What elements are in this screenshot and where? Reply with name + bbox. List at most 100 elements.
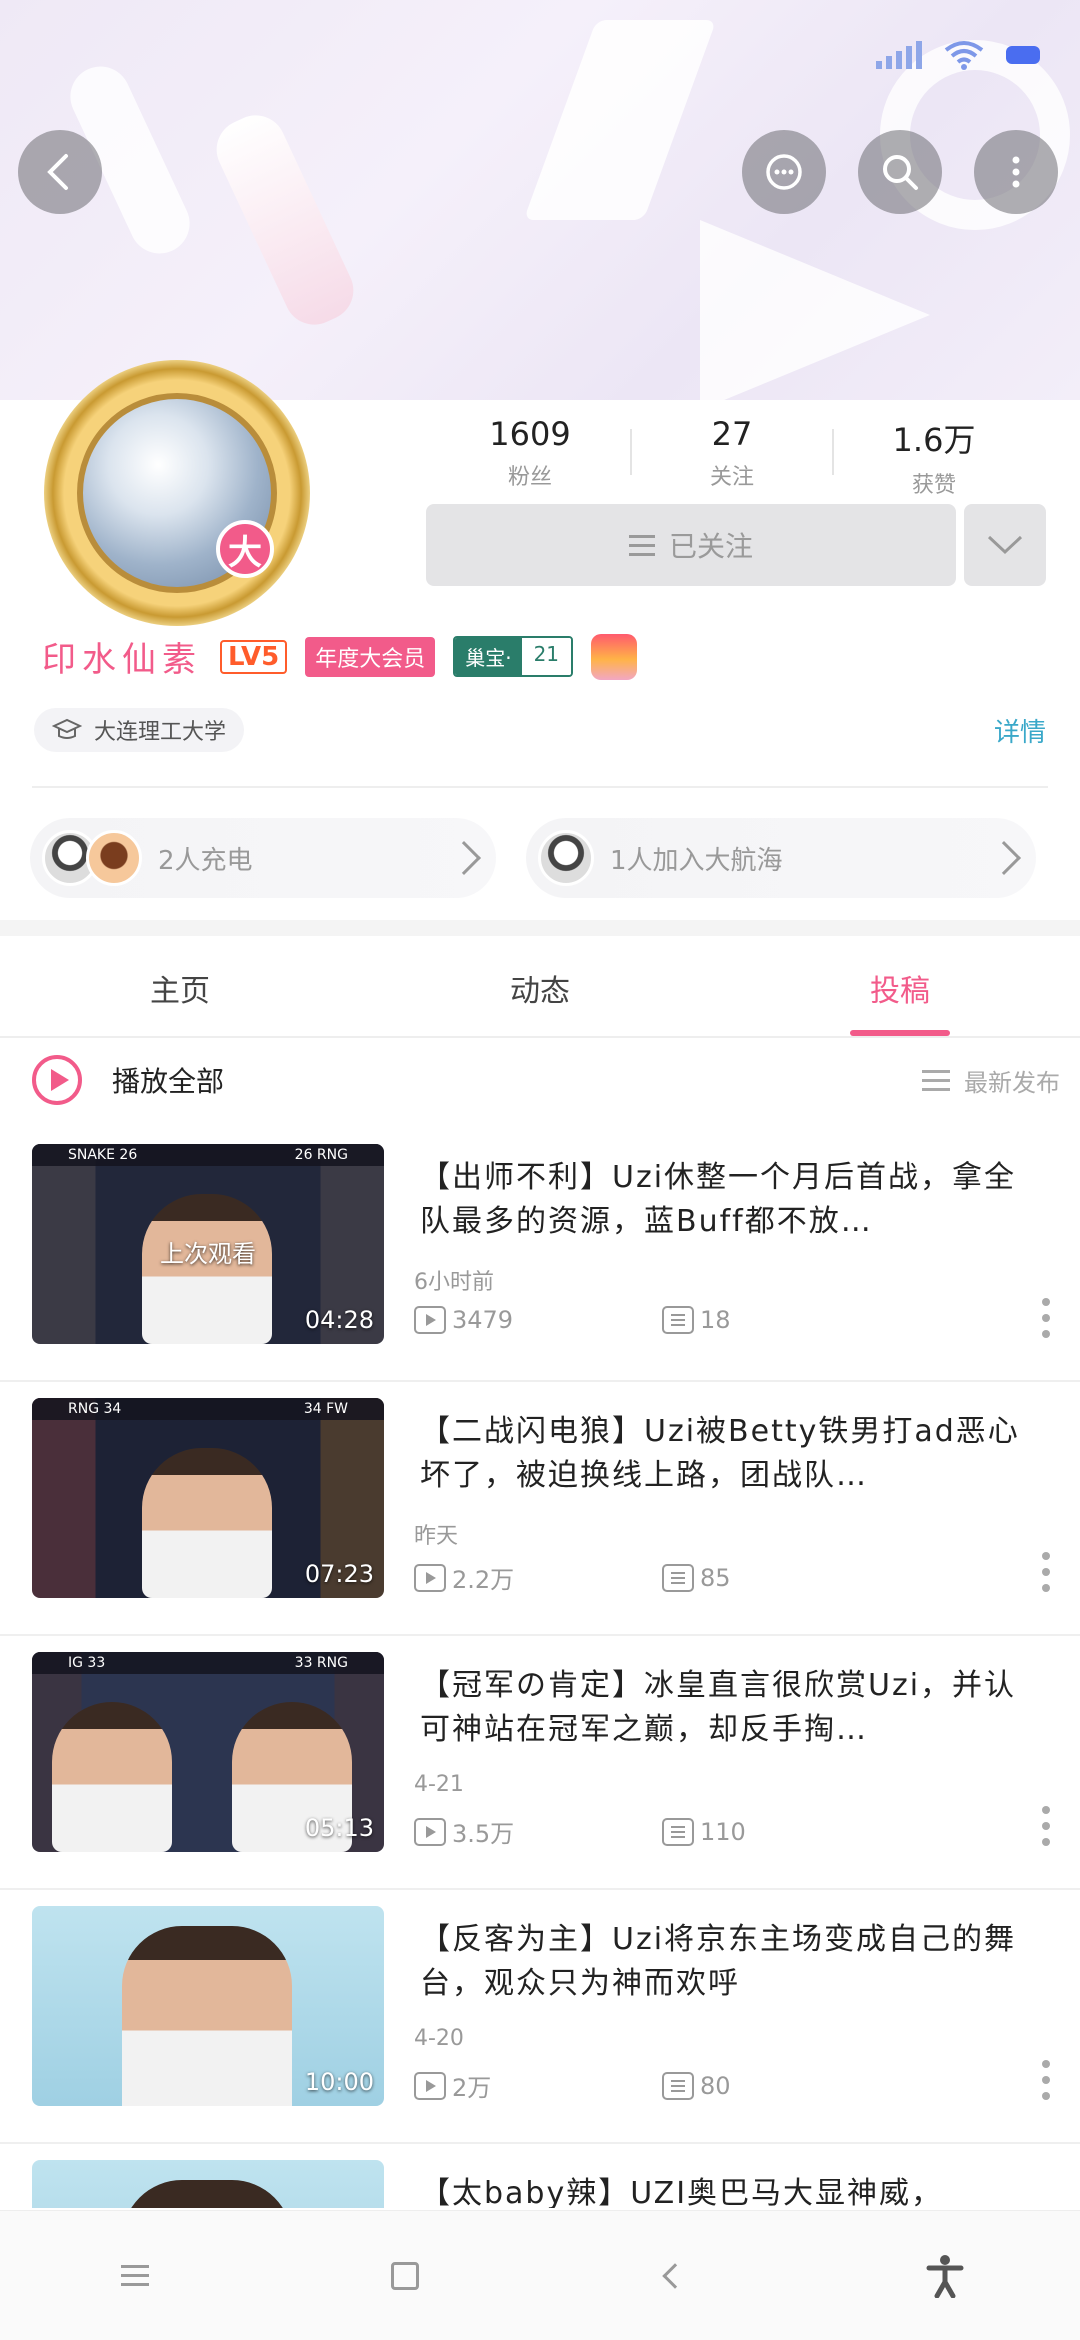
danmaku-icon [662,2071,694,2100]
divider [32,786,1048,788]
more-icon[interactable] [1042,1552,1050,1592]
profile-banner [0,0,1080,400]
video-duration: 04:28 [304,1306,374,1334]
banner-decor [206,105,364,335]
tab-dynamics[interactable]: 动态 [360,940,720,1036]
signal-icon [876,41,922,69]
stat-label: 关注 [709,465,754,490]
view-count: 2万 [452,2074,492,2102]
video-title[interactable]: 【二战闪电狼】Uzi被Betty铁男打ad恶心坏了，被迫换线上路，团战队… [420,1410,1040,1498]
graduation-cap-icon [52,718,82,739]
video-item[interactable]: RNG 34 34 FW 07:23 【二战闪电狼】Uzi被Betty铁男打ad恶… [0,1382,1080,1636]
video-title[interactable]: 【反客为主】Uzi将京东主场变成自己的舞台，观众只为神而欢呼 [420,1918,1040,2006]
medal-name: 巢宝· [455,638,522,675]
back-icon [662,2262,688,2289]
accessibility-icon [926,2254,964,2298]
stat-number: 27 [711,415,753,453]
menu-icon [121,2265,149,2286]
followed-button[interactable]: 已关注 [426,504,956,586]
video-thumbnail[interactable]: SNAKE 26 26 RNG 上次观看 04:28 [32,1144,384,1344]
video-meta: 3.5万 110 [414,1814,746,1849]
tab-uploads[interactable]: 投稿 [720,940,1080,1036]
video-item[interactable]: SNAKE 26 26 RNG 上次观看 04:28 【出师不利】Uzi休整一个月… [0,1128,1080,1382]
detail-link[interactable]: 详情 [994,712,1046,749]
recent-apps-button[interactable] [95,2236,175,2316]
play-count-icon [414,1306,446,1334]
more-button[interactable] [974,130,1058,214]
play-all-label: 播放全部 [112,1065,225,1098]
guard-avatars [538,830,594,886]
stat-likes[interactable]: 1.6万 获赞 [834,415,1034,499]
sort-label: 最新发布 [964,1068,1060,1097]
medal-level: 21 [521,638,572,675]
view-count: 2.2万 [452,1566,515,1594]
sort-icon [922,1069,950,1091]
guard-label: 1人加入大航海 [610,845,783,876]
wifi-icon [944,41,984,70]
scoreboard: IG 33 33 RNG [32,1652,384,1674]
stat-number: 1.6万 [892,421,976,459]
thumbnail-person [142,1194,272,1344]
stat-label: 获赞 [911,473,956,498]
list-toolbar: 播放全部 最新发布 [0,1040,1080,1120]
play-all-button[interactable]: 播放全部 [32,1055,224,1105]
search-button[interactable] [858,130,942,214]
accessibility-button[interactable] [905,2236,985,2316]
vip-badge[interactable]: 年度大会员 [305,636,436,677]
video-title[interactable]: 【太baby辣】UZI奥巴马大显神威， [420,2172,1040,2208]
avatar [538,830,594,886]
followed-label: 已关注 [668,530,753,563]
cake-icon[interactable] [591,633,638,680]
video-meta: 2万 80 [414,2068,731,2103]
home-button[interactable] [365,2236,445,2316]
video-thumbnail[interactable]: RNG 34 34 FW 07:23 [32,1398,384,1598]
school-tag[interactable]: 大连理工大学 [34,708,245,752]
tab-home[interactable]: 主页 [0,940,360,1036]
play-count-icon [414,1563,446,1592]
video-item[interactable]: 10:00 【反客为主】Uzi将京东主场变成自己的舞台，观众只为神而欢呼 4-2… [0,1890,1080,2144]
more-icon[interactable] [1042,2060,1050,2100]
video-date: 昨天 [414,1524,459,1549]
guard-card[interactable]: 1人加入大航海 [526,818,1036,898]
danmaku-icon [662,1817,694,1846]
charge-card[interactable]: 2人充电 [30,818,496,898]
danmaku-icon [662,1563,694,1592]
system-back-button[interactable] [635,2236,715,2316]
last-watched-label: 上次观看 [160,1240,256,1268]
school-name: 大连理工大学 [94,720,227,745]
play-count-icon [414,1817,446,1846]
more-icon[interactable] [1042,1298,1050,1338]
video-meta: 2.2万 85 [414,1560,731,1595]
video-thumbnail[interactable] [32,2160,384,2208]
banner-decor [523,20,717,220]
stat-fans[interactable]: 1609 粉丝 [430,415,630,491]
back-button[interactable] [18,130,102,214]
follow-dropdown-button[interactable] [964,504,1046,586]
video-duration: 10:00 [304,2068,374,2096]
video-date: 6小时前 [414,1270,494,1295]
video-item[interactable]: 【太baby辣】UZI奥巴马大显神威， [0,2144,1080,2208]
banner-decor [700,220,930,400]
video-thumbnail[interactable]: IG 33 33 RNG 05:13 [32,1652,384,1852]
fan-medal[interactable]: 巢宝· 21 [453,636,574,677]
avatar[interactable]: 大 [44,360,310,626]
video-list: SNAKE 26 26 RNG 上次观看 04:28 【出师不利】Uzi休整一个月… [0,1128,1080,2208]
sort-button[interactable]: 最新发布 [922,1063,1060,1098]
chat-button[interactable] [742,130,826,214]
video-duration: 07:23 [304,1560,374,1588]
status-bar [876,40,1040,70]
view-count: 3479 [452,1306,514,1334]
video-title[interactable]: 【冠军の肯定】冰皇直言很欣赏Uzi，并认可神站在冠军之巅，却反手掏… [420,1664,1040,1752]
stat-following[interactable]: 27 关注 [632,415,832,491]
play-icon [32,1055,82,1105]
username: 印水仙素 [42,640,202,680]
danmaku-count: 85 [700,1563,731,1592]
play-count-icon [414,2071,446,2100]
video-date: 4-20 [414,2026,464,2051]
video-thumbnail[interactable]: 10:00 [32,1906,384,2106]
video-item[interactable]: IG 33 33 RNG 05:13 【冠军の肯定】冰皇直言很欣赏Uzi，并认可神… [0,1636,1080,1890]
video-title[interactable]: 【出师不利】Uzi休整一个月后首战，拿全队最多的资源，蓝Buff都不放… [420,1156,1040,1244]
more-icon[interactable] [1042,1806,1050,1846]
system-nav-bar [0,2210,1080,2340]
home-icon [391,2261,419,2290]
